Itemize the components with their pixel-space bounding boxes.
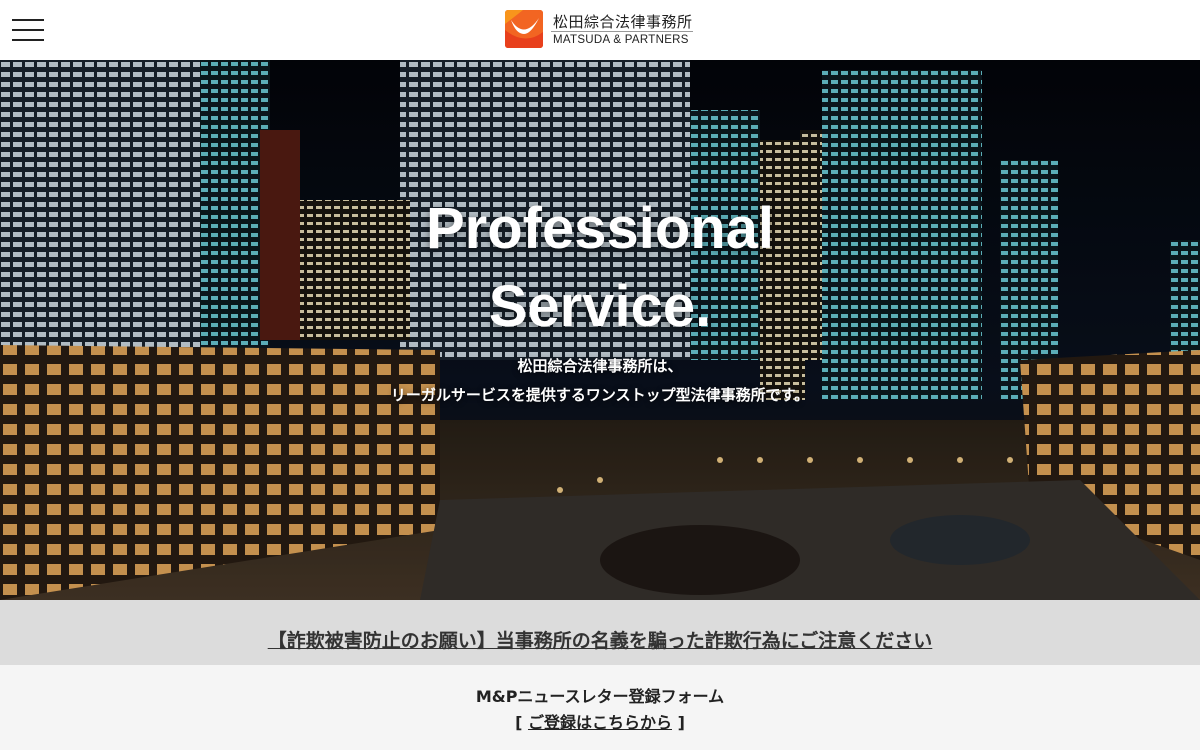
hero-title-line-2: Service. (488, 274, 712, 339)
site-header: 松田綜合法律事務所 MATSUDA & PARTNERS (0, 0, 1200, 60)
hero-subtitle-line-1: 松田綜合法律事務所は、 (517, 357, 683, 375)
hero-subtitle-line-2: リーガルサービスを提供するワンストップ型法律事務所です。 (390, 386, 810, 404)
newsletter-register-link[interactable]: ご登録はこちらから (528, 713, 672, 732)
newsletter-title: M&Pニュースレター登録フォーム (475, 687, 725, 706)
logo-mark-icon (505, 10, 543, 48)
fraud-notice-band: 【詐欺被害防止のお願い】当事務所の名義を騙った詐欺行為にご注意ください (0, 600, 1200, 665)
hero-section: Professional Service. 松田綜合法律事務所は、 リーガルサー… (0, 60, 1200, 600)
hero-title: Professional Service. (0, 190, 1200, 346)
newsletter-section: M&Pニュースレター登録フォーム [ ご登録はこちらから ] (0, 665, 1200, 750)
logo-name-ja: 松田綜合法律事務所 (553, 13, 693, 31)
hamburger-menu-icon[interactable] (12, 18, 44, 42)
newsletter-link-row: [ ご登録はこちらから ] (0, 709, 1200, 733)
site-logo[interactable]: 松田綜合法律事務所 MATSUDA & PARTNERS (505, 10, 695, 50)
logo-divider (551, 31, 693, 32)
fraud-notice-link[interactable]: 【詐欺被害防止のお願い】当事務所の名義を騙った詐欺行為にご注意ください (268, 626, 933, 653)
newsletter-bracket-close: ] (672, 713, 685, 732)
newsletter-bracket-open: [ (515, 713, 528, 732)
logo-name-en: MATSUDA & PARTNERS (553, 34, 689, 46)
hero-subtitle: 松田綜合法律事務所は、 リーガルサービスを提供するワンストップ型法律事務所です。 (0, 352, 1200, 410)
hero-title-line-1: Professional (425, 196, 775, 261)
